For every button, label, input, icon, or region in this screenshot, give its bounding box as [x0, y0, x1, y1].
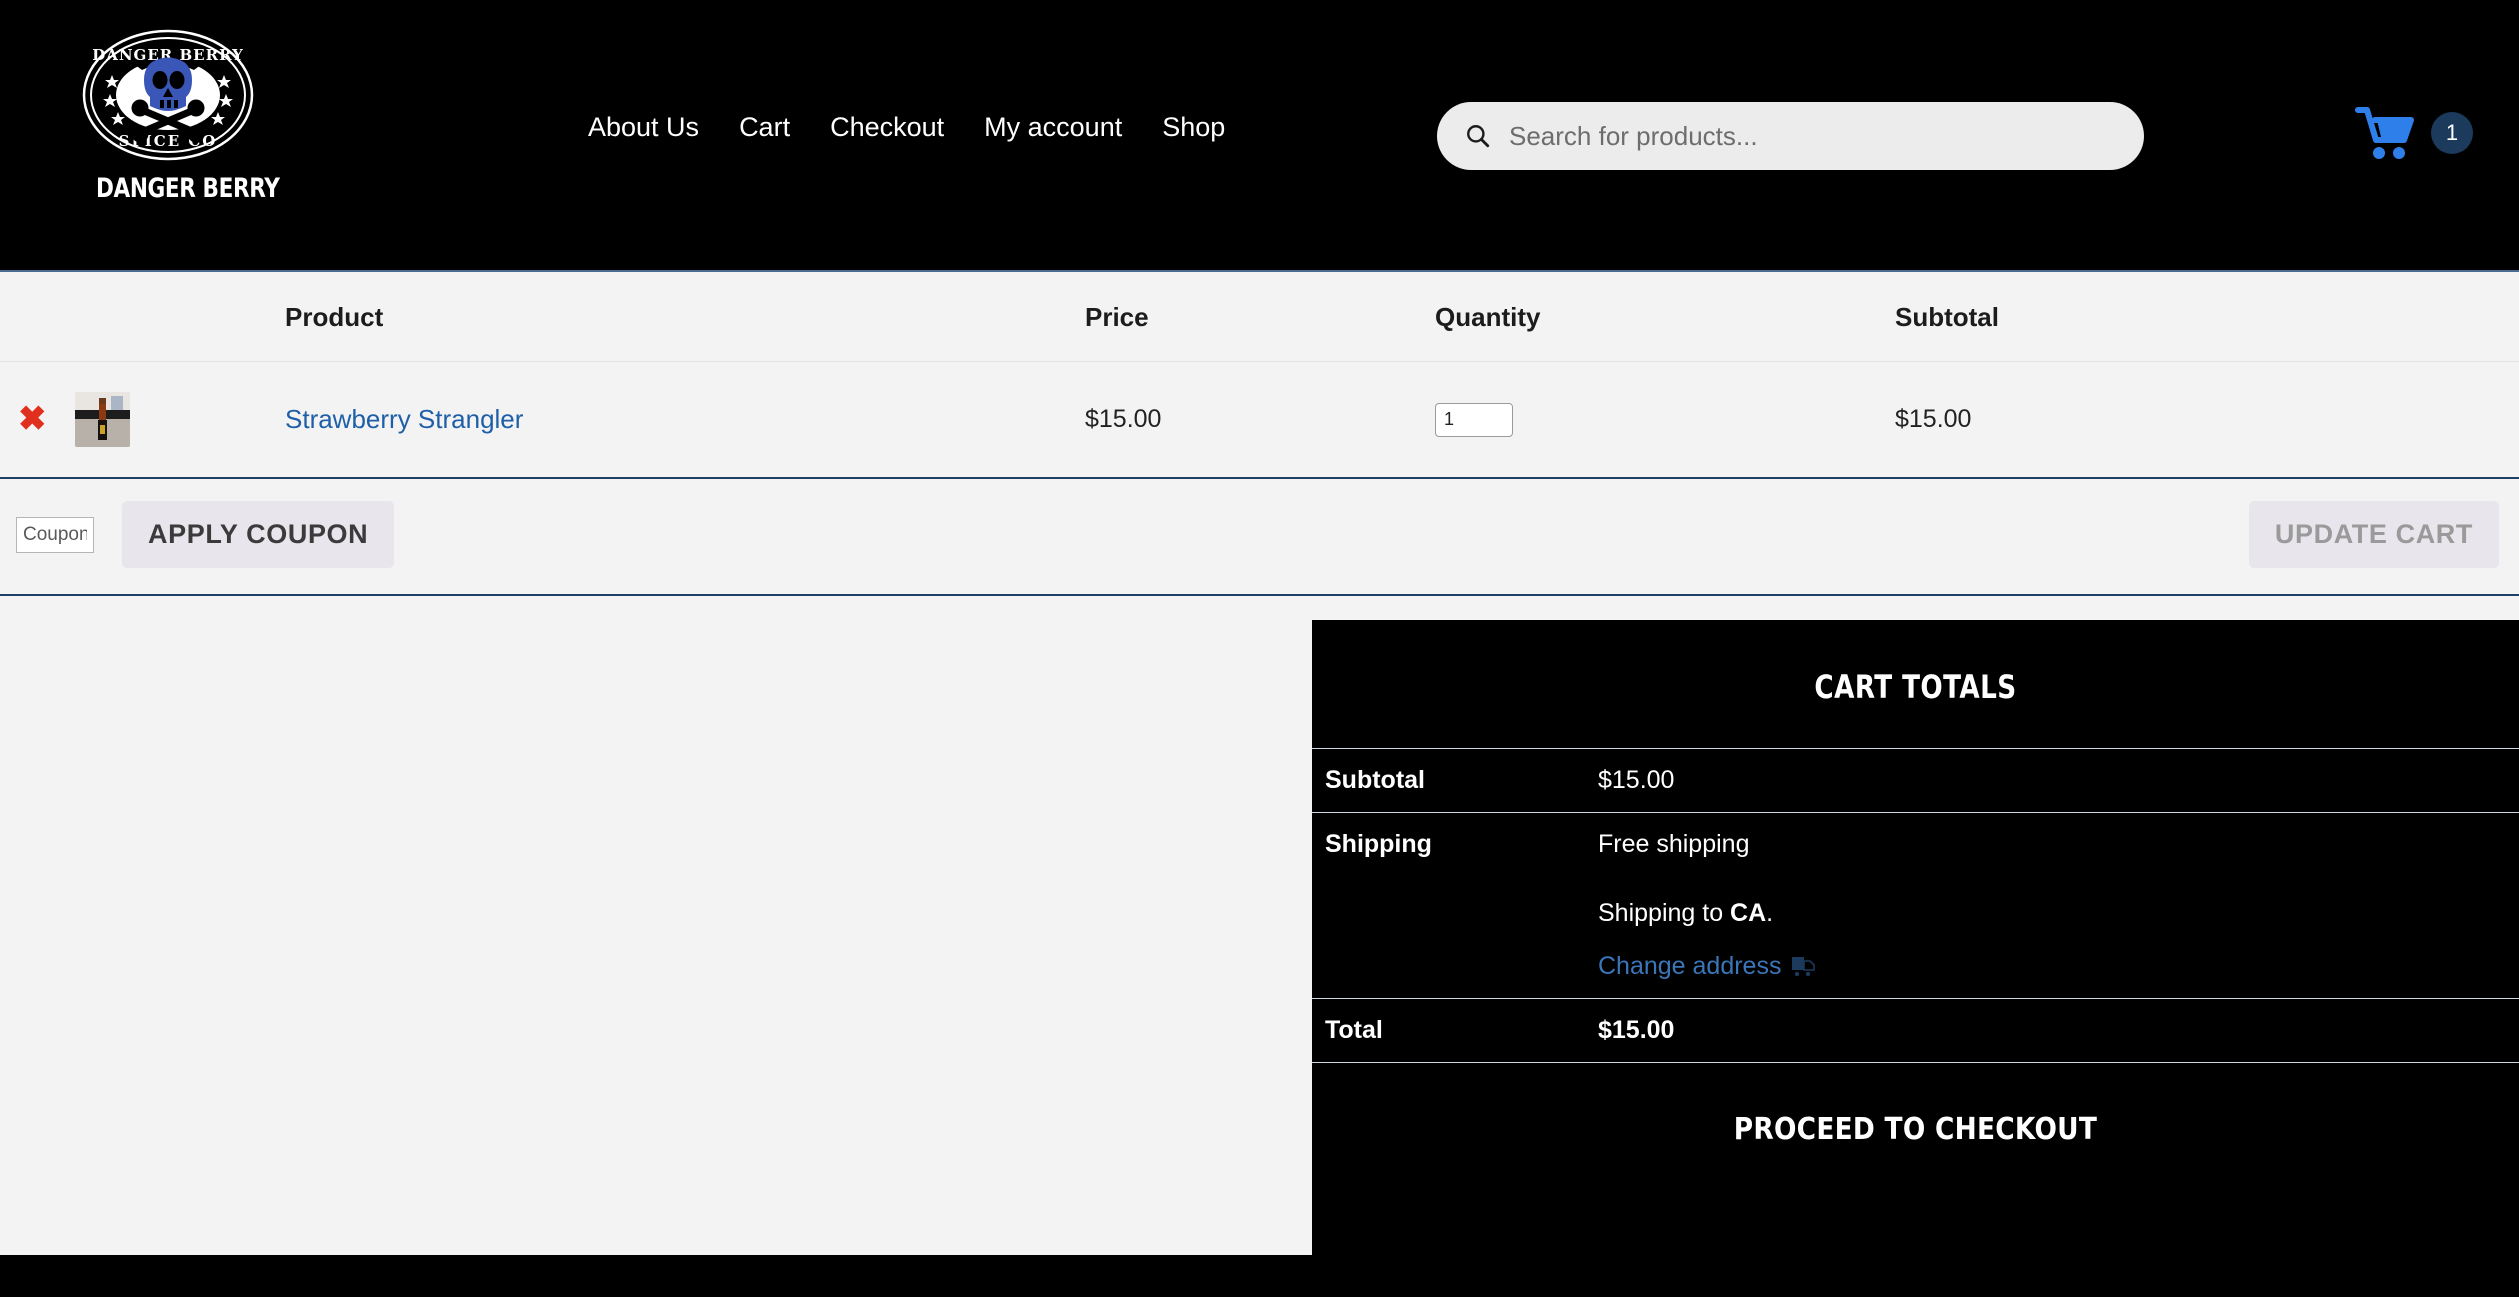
cart-totals-table: Subtotal $15.00 Shipping Free shipping S… — [1312, 748, 2519, 1063]
site-header: DANGER BERRY SPICE CO DANGER BERRY About… — [0, 0, 2519, 272]
subtotal-label: Subtotal — [1312, 748, 1585, 813]
total-label: Total — [1312, 998, 1585, 1063]
column-header-price: Price — [1085, 302, 1149, 332]
skull-crossbones-icon: DANGER BERRY SPICE CO — [82, 29, 254, 161]
cart-widget[interactable]: 1 — [2355, 105, 2473, 161]
nav-item-about-us[interactable]: About Us — [588, 110, 699, 144]
nav-item-checkout[interactable]: Checkout — [830, 110, 944, 144]
page-footer — [0, 1255, 2519, 1297]
brand-logo[interactable]: DANGER BERRY SPICE CO DANGER BERRY — [78, 28, 280, 204]
total-value: $15.00 — [1585, 998, 2519, 1063]
apply-coupon-button[interactable]: APPLY COUPON — [122, 501, 395, 568]
cart-cell-quantity — [1435, 361, 1895, 479]
shipping-to-suffix: . — [1766, 899, 1774, 927]
cart-totals-panel: CART TOTALS Subtotal $15.00 Shipping Fre… — [1312, 620, 2519, 1255]
column-header-product: Product — [285, 302, 384, 332]
nav-item-cart[interactable]: Cart — [739, 110, 790, 144]
table-row: ✖ Strawberry Strangler $15.00 1 $15.00 — [0, 361, 2519, 479]
shipping-to-prefix: Shipping to — [1598, 899, 1731, 927]
product-thumbnail-image[interactable] — [75, 392, 130, 447]
quantity-input[interactable] — [1435, 402, 1513, 437]
shipping-to-state: CA — [1730, 899, 1767, 927]
cart-cell-thumbnail — [75, 361, 285, 479]
coupon-code-input[interactable] — [16, 516, 94, 553]
cart-actions-row: APPLY COUPON UPDATE CART — [0, 478, 2519, 596]
shopping-cart-icon[interactable] — [2355, 105, 2417, 161]
shipping-value-cell: Free shipping Shipping to CA. Change add… — [1585, 812, 2519, 999]
product-search-bar[interactable] — [1437, 102, 2144, 170]
change-address-link[interactable]: Change address — [1598, 952, 1817, 981]
column-header-thumbnail — [75, 272, 285, 362]
totals-row-subtotal: Subtotal $15.00 — [1312, 748, 2519, 813]
change-address-label: Change address — [1598, 952, 1782, 980]
column-header-subtotal: Subtotal — [1895, 302, 1999, 332]
danger-berry-badge-logo: DANGER BERRY SPICE CO — [82, 28, 254, 163]
column-header-remove — [0, 272, 75, 362]
totals-row-total: Total $15.00 — [1312, 998, 2519, 1063]
totals-row-shipping: Shipping Free shipping Shipping to CA. C… — [1312, 812, 2519, 999]
subtotal-value: $15.00 — [1585, 748, 2519, 813]
main-navigation: About Us Cart Checkout My account Shop — [588, 110, 1225, 144]
column-header-quantity: Quantity — [1435, 302, 1541, 332]
brand-wordmark: DANGER BERRY — [96, 173, 280, 204]
cart-cell-subtotal: $15.00 — [1895, 361, 2519, 479]
cart-items-table: Product Price Quantity Subtotal ✖ Strawb… — [0, 272, 2519, 596]
search-icon — [1467, 125, 1490, 148]
cart-count-badge: 1 — [2431, 112, 2473, 154]
cart-totals-heading: CART TOTALS — [1814, 668, 2017, 706]
cart-table-header-row: Product Price Quantity Subtotal — [0, 272, 2519, 362]
update-cart-button[interactable]: UPDATE CART — [2248, 501, 2499, 568]
cart-cell-remove: ✖ — [0, 361, 75, 479]
checkout-button-wrap: PROCEED TO CHECKOUT — [1312, 1063, 2519, 1148]
cart-cell-price: $15.00 — [1085, 361, 1435, 479]
cart-cell-product-name: Strawberry Strangler — [285, 361, 1085, 479]
shipping-destination-text: Shipping to CA. — [1598, 865, 2519, 928]
proceed-to-checkout-button[interactable]: PROCEED TO CHECKOUT — [1729, 1111, 2103, 1148]
shipping-label: Shipping — [1312, 812, 1585, 999]
search-input[interactable] — [1509, 120, 2116, 152]
cart-page-body: Product Price Quantity Subtotal ✖ Strawb… — [0, 272, 2519, 1255]
nav-item-my-account[interactable]: My account — [984, 110, 1122, 144]
remove-item-button[interactable]: ✖ — [0, 402, 47, 436]
shipping-method-label: Free shipping — [1598, 830, 1750, 858]
cart-actions-cell: APPLY COUPON UPDATE CART — [0, 478, 2519, 596]
product-name-link[interactable]: Strawberry Strangler — [285, 404, 523, 434]
delivery-truck-icon — [1792, 957, 1816, 977]
nav-item-shop[interactable]: Shop — [1162, 110, 1225, 144]
